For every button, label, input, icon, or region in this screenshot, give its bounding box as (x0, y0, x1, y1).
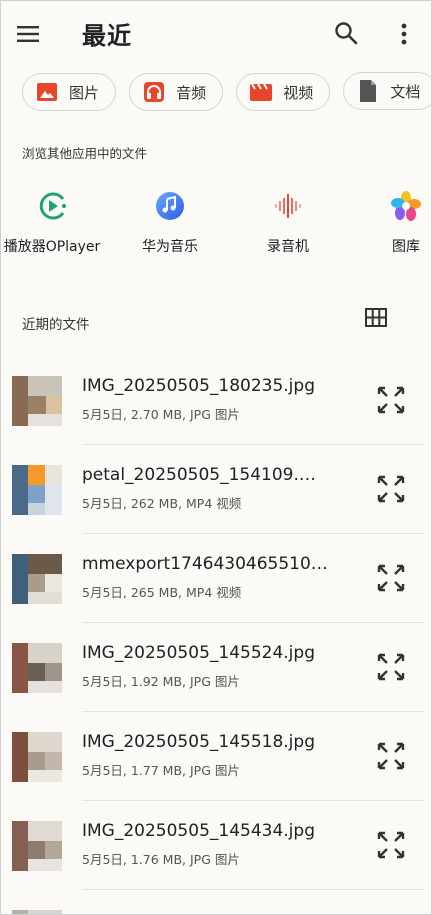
file-thumbnail (12, 821, 62, 871)
app-label: 图库 (392, 239, 420, 255)
file-name: IMG_20250505_180235.jpg (82, 376, 315, 396)
app-huawei-music[interactable]: 华为音乐 (120, 180, 220, 256)
file-row-partial[interactable] (0, 890, 432, 915)
file-name: IMG_20250505_145524.jpg (82, 643, 315, 663)
app-gallery[interactable]: 图库 (356, 180, 432, 256)
file-meta: 5月5日, 262 MB, MP4 视频 (82, 496, 242, 511)
file-row[interactable]: IMG_20250505_180235.jpg 5月5日, 2.70 MB, J… (0, 356, 432, 445)
file-row[interactable]: IMG_20250505_145524.jpg 5月5日, 1.92 MB, J… (0, 623, 432, 712)
chip-audio[interactable]: 音频 (129, 73, 224, 111)
app-label: 录音机 (267, 239, 309, 255)
oplayer-icon (34, 188, 70, 224)
apps-row: 播放器OPlayer 华为音乐 录音机 图库 (0, 180, 432, 260)
file-row[interactable]: petal_20250505_154109.mp4 5月5日, 262 MB, … (0, 445, 432, 534)
hamburger-menu-icon[interactable] (14, 20, 42, 48)
app-label: 华为音乐 (142, 239, 198, 255)
file-row[interactable]: IMG_20250505_145518.jpg 5月5日, 1.77 MB, J… (0, 712, 432, 801)
file-meta: 5月5日, 1.76 MB, JPG 图片 (82, 852, 240, 867)
headphones-icon (142, 80, 166, 104)
chip-label: 图片 (69, 83, 100, 102)
expand-icon[interactable] (376, 741, 406, 771)
file-thumbnail (12, 732, 62, 782)
expand-icon[interactable] (376, 474, 406, 504)
file-thumbnail (12, 554, 62, 604)
image-icon (35, 80, 59, 104)
recent-files-heading: 近期的文件 (22, 317, 90, 333)
chip-label: 音频 (176, 83, 207, 102)
chip-video[interactable]: 视频 (236, 73, 331, 111)
top-app-bar: 最近 (0, 0, 432, 68)
app-oplayer[interactable]: 播放器OPlayer (2, 180, 102, 256)
file-row[interactable]: mmexport1746430465510.mp4 5月5日, 265 MB, … (0, 534, 432, 623)
app-label: 播放器OPlayer (3, 239, 101, 255)
file-name: IMG_20250505_145434.jpg (82, 821, 315, 841)
browse-apps-heading: 浏览其他应用中的文件 (22, 146, 148, 161)
recorder-icon (270, 188, 306, 224)
chip-documents[interactable]: 文档 (343, 72, 432, 110)
file-meta: 5月5日, 2.70 MB, JPG 图片 (82, 407, 240, 422)
app-recorder[interactable]: 录音机 (238, 180, 338, 256)
more-vert-icon[interactable] (390, 20, 418, 48)
document-icon (356, 79, 380, 103)
expand-icon[interactable] (376, 563, 406, 593)
gallery-icon (388, 188, 424, 224)
chip-label: 文档 (390, 82, 421, 101)
expand-icon[interactable] (376, 830, 406, 860)
file-row[interactable]: IMG_20250505_145434.jpg 5月5日, 1.76 MB, J… (0, 801, 432, 890)
file-thumbnail (12, 465, 62, 515)
file-name: petal_20250505_154109.mp4 (82, 465, 332, 485)
grid-view-icon[interactable] (364, 306, 388, 330)
chip-label: 视频 (283, 83, 314, 102)
file-meta: 5月5日, 265 MB, MP4 视频 (82, 585, 242, 600)
file-meta: 5月5日, 1.77 MB, JPG 图片 (82, 763, 240, 778)
expand-icon[interactable] (376, 652, 406, 682)
file-thumbnail (12, 910, 62, 915)
expand-icon[interactable] (376, 385, 406, 415)
huawei-music-icon (152, 188, 188, 224)
file-thumbnail (12, 643, 62, 693)
file-name: IMG_20250505_145518.jpg (82, 732, 315, 752)
video-clapper-icon (249, 80, 273, 104)
file-thumbnail (12, 376, 62, 426)
file-meta: 5月5日, 1.92 MB, JPG 图片 (82, 674, 240, 689)
chip-images[interactable]: 图片 (22, 73, 117, 111)
search-icon[interactable] (332, 19, 360, 47)
file-name: mmexport1746430465510.mp4 (82, 554, 332, 574)
page-title: 最近 (82, 22, 132, 50)
category-chips: 图片 音频 视频 文档 (22, 72, 432, 112)
